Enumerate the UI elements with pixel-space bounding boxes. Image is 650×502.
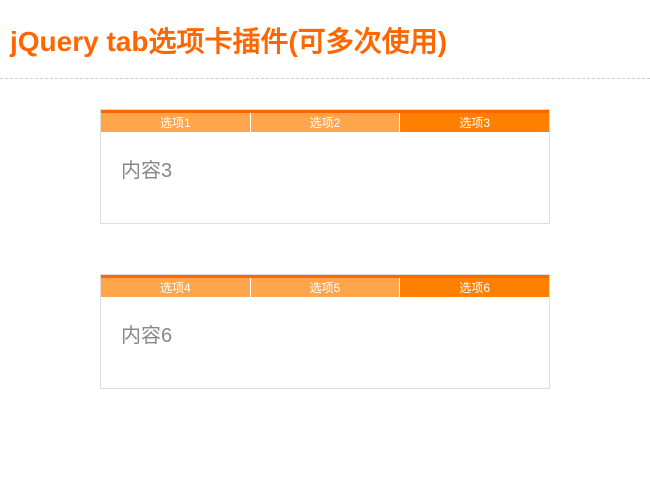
tab-option-5[interactable]: 选项5 bbox=[251, 278, 401, 297]
page-title: jQuery tab选项卡插件(可多次使用) bbox=[10, 20, 640, 60]
tab-option-1[interactable]: 选项1 bbox=[101, 113, 251, 132]
header: jQuery tab选项卡插件(可多次使用) bbox=[0, 0, 650, 78]
tab-label: 选项2 bbox=[310, 114, 341, 131]
tab-label: 选项5 bbox=[310, 279, 341, 296]
tab-body-1: 内容3 bbox=[101, 132, 549, 223]
tab-option-2[interactable]: 选项2 bbox=[251, 113, 401, 132]
content-area: 选项1 选项2 选项3 内容3 选项4 选项5 选项6 内容6 bbox=[0, 79, 650, 419]
tab-content-1: 内容3 bbox=[121, 154, 529, 183]
tab-widget-1: 选项1 选项2 选项3 内容3 bbox=[100, 109, 550, 224]
tab-option-6[interactable]: 选项6 bbox=[400, 278, 549, 297]
tab-content-2: 内容6 bbox=[121, 319, 529, 348]
tab-widget-2: 选项4 选项5 选项6 内容6 bbox=[100, 274, 550, 389]
tab-label: 选项3 bbox=[459, 114, 490, 131]
tab-option-4[interactable]: 选项4 bbox=[101, 278, 251, 297]
tab-label: 选项4 bbox=[160, 279, 191, 296]
tab-header-2: 选项4 选项5 选项6 bbox=[101, 275, 549, 297]
tab-body-2: 内容6 bbox=[101, 297, 549, 388]
tab-option-3[interactable]: 选项3 bbox=[400, 113, 549, 132]
tab-header-1: 选项1 选项2 选项3 bbox=[101, 110, 549, 132]
tab-label: 选项6 bbox=[459, 279, 490, 296]
tab-label: 选项1 bbox=[160, 114, 191, 131]
